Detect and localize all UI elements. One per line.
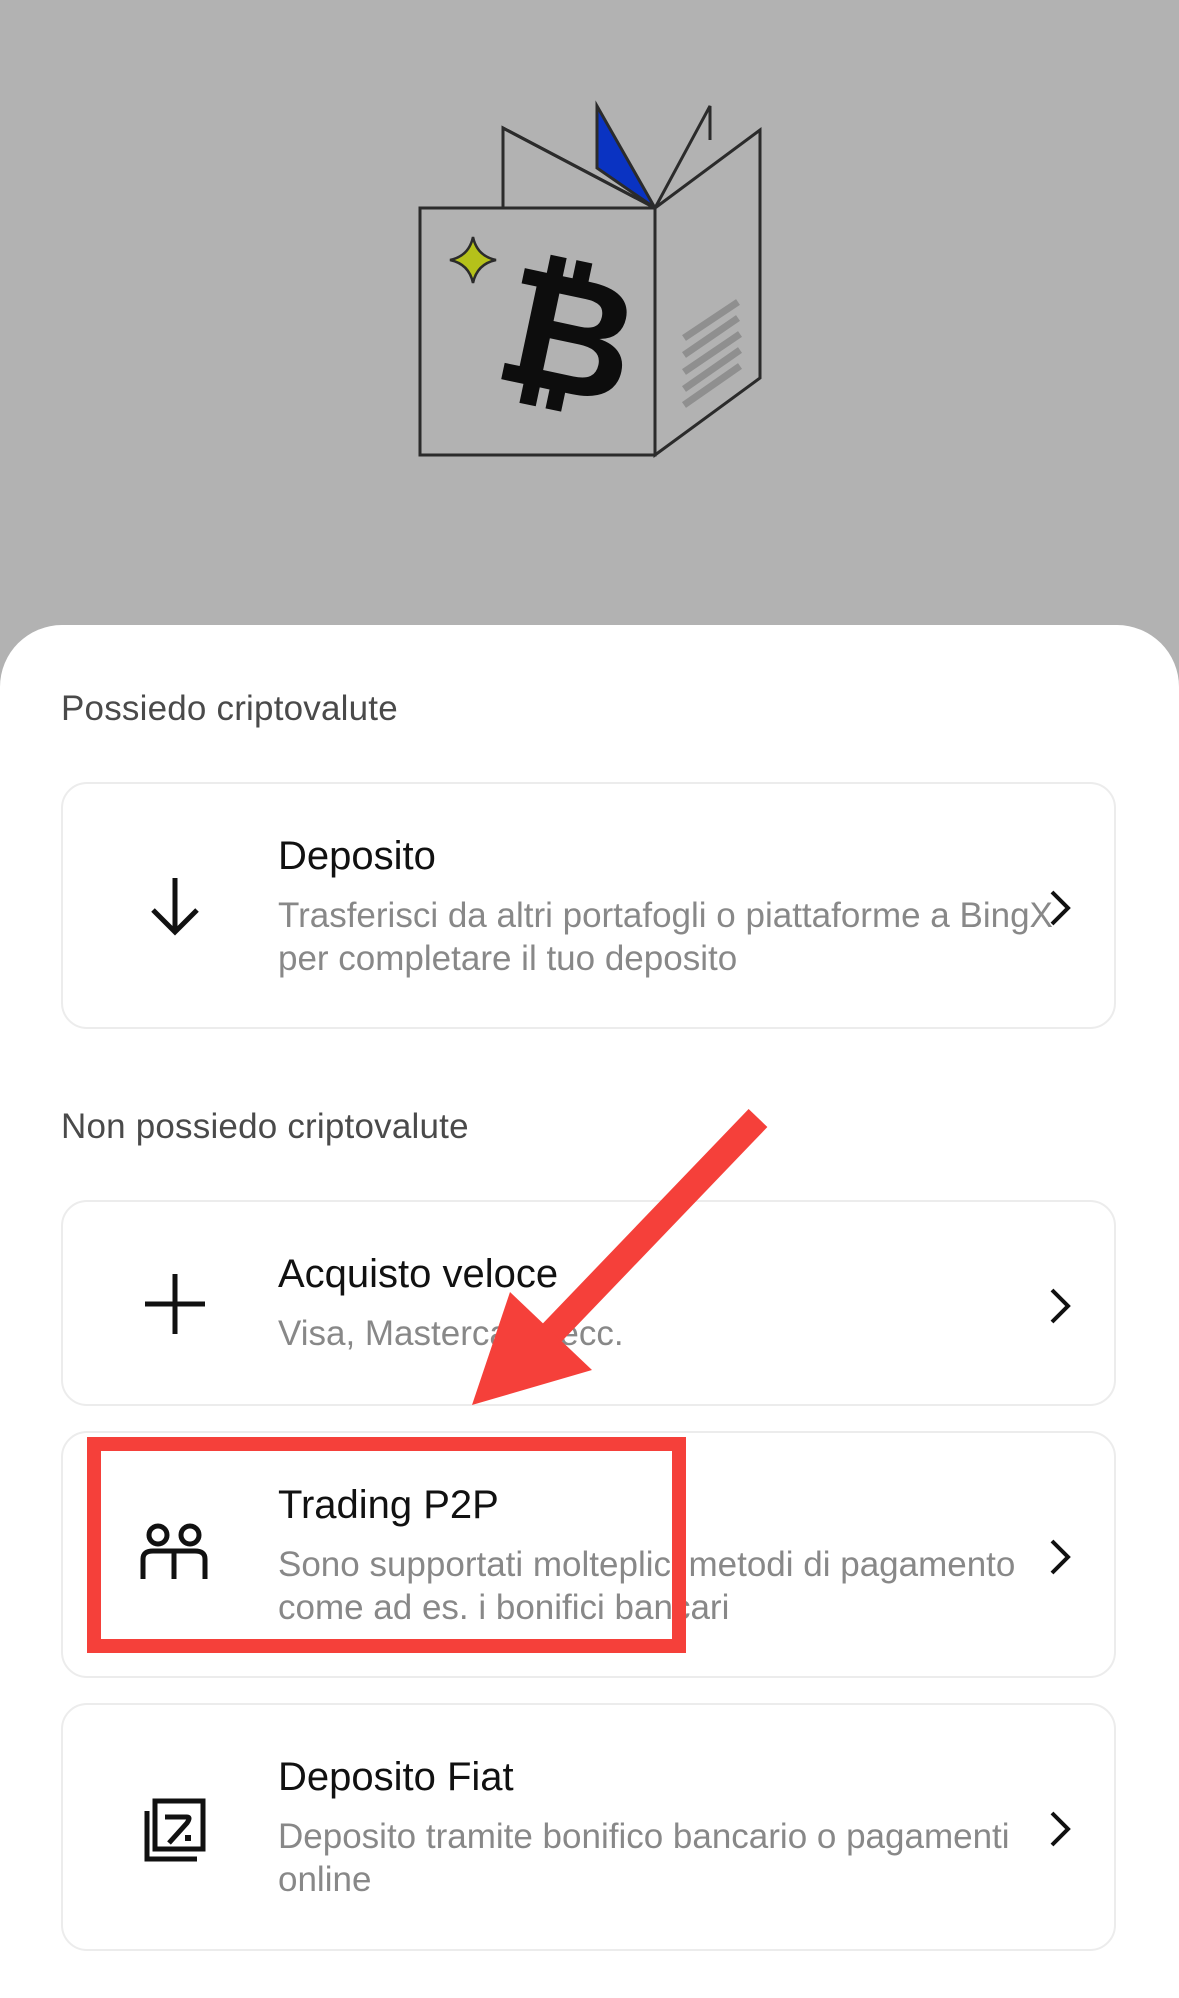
p2p-trading-option-description: Sono supportati molteplici metodi di pag… [278, 1545, 1016, 1627]
section-label-have-crypto: Possiedo criptovalute [61, 689, 398, 728]
fiat-icon [135, 1789, 215, 1869]
chevron-right-icon [1042, 1807, 1076, 1851]
deposit-option-title: Deposito [278, 834, 436, 878]
plus-icon [135, 1264, 215, 1344]
chevron-right-icon [1042, 886, 1076, 930]
svg-text:₿: ₿ [482, 227, 653, 443]
quick-buy-option-card[interactable]: Acquisto veloce Visa, Mastercard, ecc. [61, 1200, 1116, 1406]
deposit-option-description: Trasferisci da altri portafogli o piatta… [278, 896, 1053, 978]
crypto-book-illustration: ₿ [418, 100, 762, 458]
hero-illustration-area: ₿ [0, 0, 1179, 640]
chevron-right-icon [1042, 1535, 1076, 1579]
p2p-trading-option-title: Trading P2P [278, 1483, 499, 1527]
users-icon [135, 1515, 215, 1595]
p2p-trading-option-card[interactable]: Trading P2P Sono supportati molteplici m… [61, 1431, 1116, 1678]
deposit-options-sheet: Possiedo criptovalute Deposito Trasferis… [0, 625, 1179, 1998]
section-label-no-crypto: Non possiedo criptovalute [61, 1107, 469, 1146]
deposit-option-card[interactable]: Deposito Trasferisci da altri portafogli… [61, 782, 1116, 1029]
fiat-deposit-option-card[interactable]: Deposito Fiat Deposito tramite bonifico … [61, 1703, 1116, 1951]
quick-buy-option-description: Visa, Mastercard, ecc. [278, 1314, 624, 1353]
quick-buy-option-title: Acquisto veloce [278, 1252, 559, 1296]
arrow-down-icon [135, 866, 215, 946]
chevron-right-icon [1042, 1284, 1076, 1328]
fiat-deposit-option-title: Deposito Fiat [278, 1755, 514, 1799]
fiat-deposit-option-description: Deposito tramite bonifico bancario o pag… [278, 1817, 1010, 1899]
